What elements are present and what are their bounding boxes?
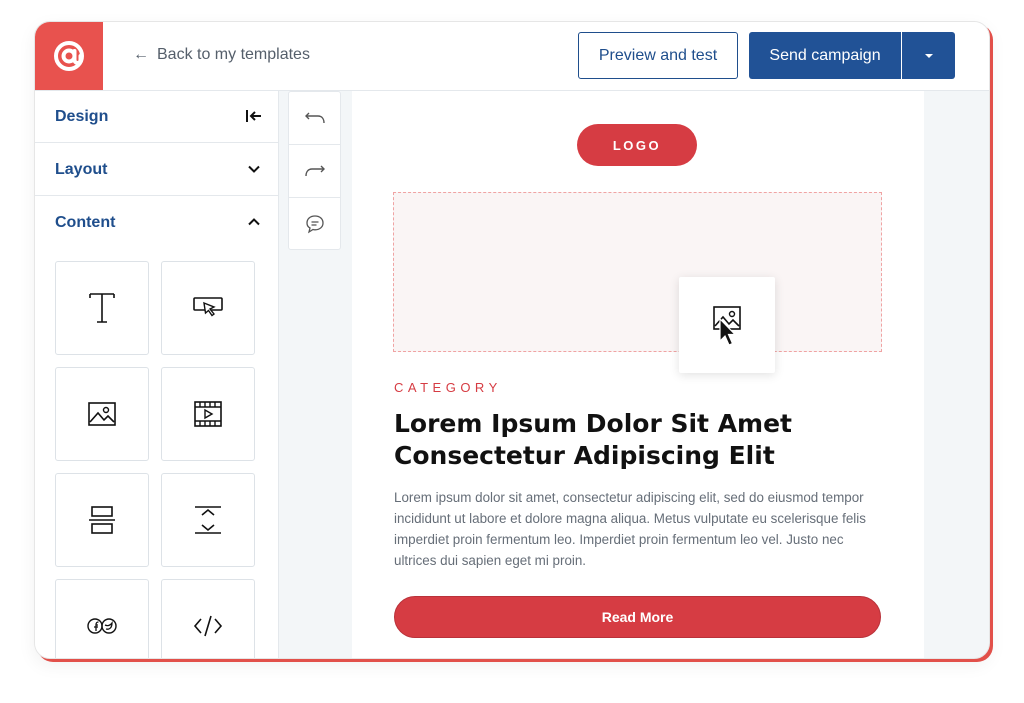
article-category: CATEGORY [394, 380, 502, 395]
chevron-up-icon [244, 212, 264, 232]
sidebar-section-label: Design [55, 108, 109, 125]
article-headline: Lorem Ipsum Dolor Sit Amet Consectetur A… [394, 409, 793, 470]
app-logo[interactable] [35, 22, 103, 90]
undo-icon [304, 112, 325, 124]
content-block-code[interactable] [161, 579, 255, 658]
read-more-button[interactable]: Read More [394, 596, 881, 638]
article-body: Lorem ipsum dolor sit amet, consectetur … [394, 490, 866, 568]
spacer-icon [195, 506, 221, 534]
redo-button[interactable] [289, 145, 340, 198]
text-icon [89, 293, 115, 323]
sidebar-section-design[interactable]: Design [35, 91, 278, 143]
video-icon [194, 401, 222, 427]
social-icon [87, 618, 117, 634]
caret-down-icon [924, 53, 933, 58]
dragged-image-block[interactable] [679, 277, 775, 373]
image-drop-zone[interactable] [393, 192, 882, 352]
content-block-divider[interactable] [55, 473, 149, 567]
comments-button[interactable] [289, 198, 340, 250]
arrow-left-icon: ← [133, 46, 149, 63]
image-icon [713, 306, 741, 346]
email-logo-placeholder[interactable]: LOGO [577, 124, 697, 166]
divider-icon [89, 506, 115, 534]
content-block-spacer[interactable] [161, 473, 255, 567]
top-bar: ← Back to my templates Preview and test … [35, 22, 989, 91]
sidebar-section-layout[interactable]: Layout [35, 144, 278, 196]
sidebar-section-label: Layout [55, 161, 108, 178]
image-icon [88, 402, 116, 426]
content-block-text[interactable] [55, 261, 149, 355]
back-to-templates-link[interactable]: ← Back to my templates [133, 46, 310, 64]
undo-button[interactable] [289, 92, 340, 145]
send-options-dropdown-button[interactable] [902, 32, 955, 79]
redo-icon [304, 165, 325, 177]
edit-toolstrip [288, 91, 341, 250]
comment-icon [305, 215, 324, 234]
send-campaign-button[interactable]: Send campaign [749, 32, 901, 79]
sidebar-section-content[interactable]: Content [35, 197, 278, 249]
email-canvas: LOGO CATEGORY Lorem Ipsum Dolor Sit Amet… [352, 91, 924, 658]
sidebar-section-label: Content [55, 214, 116, 231]
chevron-down-icon [244, 159, 264, 179]
collapse-left-icon[interactable] [244, 106, 264, 126]
sidebar: Design Layout Content [35, 91, 279, 658]
content-block-button[interactable] [161, 261, 255, 355]
content-block-image[interactable] [55, 367, 149, 461]
preview-and-test-button[interactable]: Preview and test [578, 32, 738, 79]
content-block-video[interactable] [161, 367, 255, 461]
editor-window: ← Back to my templates Preview and test … [34, 21, 990, 659]
code-icon [193, 615, 223, 637]
content-block-social[interactable] [55, 579, 149, 658]
button-icon [193, 297, 223, 317]
at-sign-icon [54, 41, 84, 71]
back-link-label: Back to my templates [157, 46, 310, 63]
